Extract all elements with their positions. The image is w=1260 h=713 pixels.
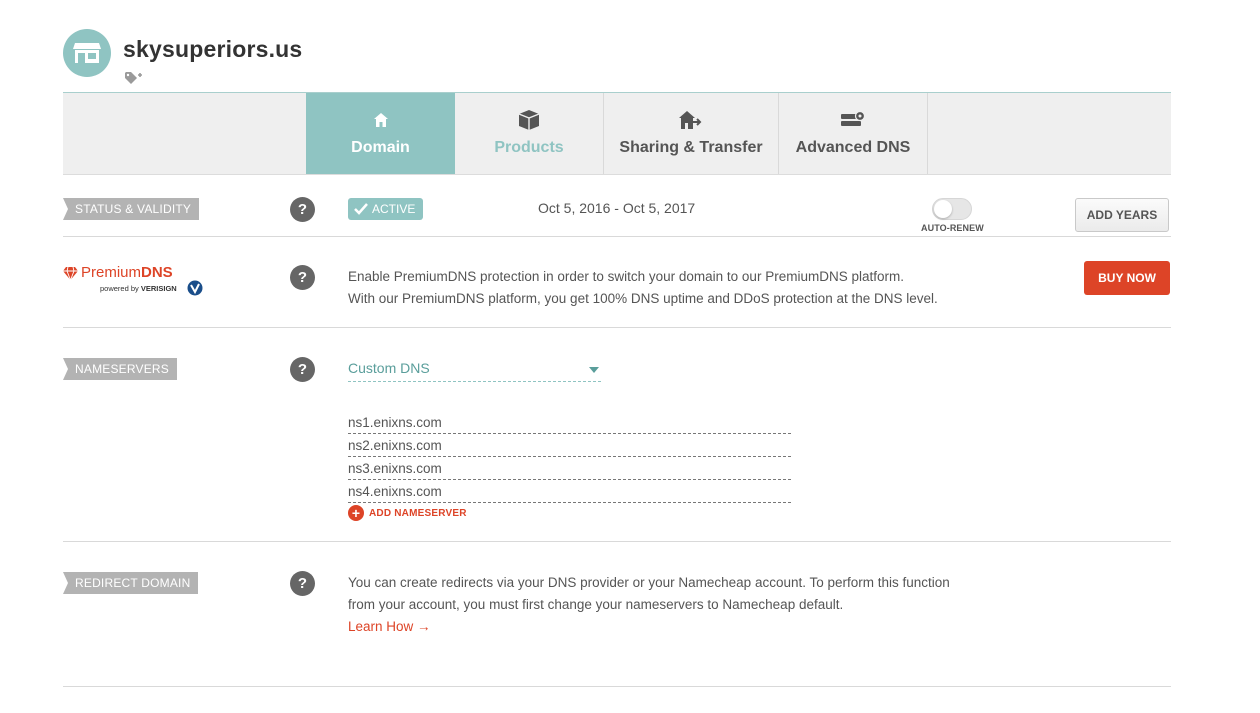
add-nameserver-label: ADD NAMESERVER [369,507,467,519]
divider [63,686,1171,687]
tab-domain[interactable]: Domain [306,93,455,174]
divider [63,327,1171,328]
house-transfer-icon [679,109,703,131]
nameserver-field-2[interactable]: ns2.enixns.com [348,435,791,457]
auto-renew-label: AUTO-RENEW [921,223,984,233]
gem-icon [63,266,78,280]
add-years-button[interactable]: ADD YEARS [1075,198,1169,232]
check-icon [354,203,368,215]
redirect-help-icon[interactable]: ? [290,571,315,596]
premium-brand-prefix: Premium [81,264,142,281]
premium-brand-suffix: DNS [141,264,173,281]
home-icon [373,109,389,131]
nameserver-field-3[interactable]: ns3.enixns.com [348,458,791,480]
nameserver-field-1[interactable]: ns1.enixns.com [348,412,791,434]
premium-line-1: Enable PremiumDNS protection in order to… [348,269,904,284]
store-avatar [63,29,111,77]
nameservers-label: NAMESERVERS [63,358,178,380]
status-validity-label: STATUS & VALIDITY [63,198,200,220]
tab-advanced-dns[interactable]: Advanced DNS [779,93,928,174]
divider [63,541,1171,542]
toggle-knob [934,200,952,218]
nameservers-help-icon[interactable]: ? [290,357,315,382]
nameserver-type-value: Custom DNS [348,360,430,376]
premium-dns-logo: PremiumDNS powered by VERISIGN [63,265,213,297]
tab-label: Sharing & Transfer [619,139,763,156]
chevron-down-icon [589,367,599,373]
verisign-text: VERISIGN [140,284,177,293]
tab-label: Products [494,139,564,156]
redirect-text: You can create redirects via your DNS pr… [348,575,950,612]
learn-how-link[interactable]: Learn How → [348,616,968,638]
tab-bar: Domain Products Sharing & Transfer Advan… [63,92,1171,175]
tab-sharing-transfer[interactable]: Sharing & Transfer [604,93,779,174]
redirect-domain-label: REDIRECT DOMAIN [63,572,199,594]
auto-renew-toggle[interactable] [932,198,972,220]
nameserver-field-4[interactable]: ns4.enixns.com [348,481,791,503]
divider [63,236,1171,237]
premium-help-icon[interactable]: ? [290,265,315,290]
plus-circle-icon: + [348,505,364,521]
verisign-check-icon [187,280,203,296]
domain-title: skysuperiors.us [123,36,303,62]
box-icon [518,109,540,131]
tab-products[interactable]: Products [455,93,604,174]
add-tag-icon[interactable] [125,71,143,85]
validity-dates: Oct 5, 2016 - Oct 5, 2017 [538,200,696,216]
powered-by-text: powered by [100,284,139,293]
premium-line-2: With our PremiumDNS platform, you get 10… [348,291,938,306]
status-badge-text: ACTIVE [372,202,416,216]
nameserver-type-select[interactable]: Custom DNS [348,360,601,382]
buy-now-button[interactable]: BUY NOW [1084,261,1170,295]
status-help-icon[interactable]: ? [290,197,315,222]
add-nameserver-button[interactable]: + ADD NAMESERVER [348,505,467,521]
tab-label: Domain [351,139,410,156]
redirect-description: You can create redirects via your DNS pr… [348,572,968,638]
tab-label: Advanced DNS [795,139,911,156]
status-badge: ACTIVE [348,198,424,220]
server-gear-icon [840,109,866,131]
storefront-icon [73,43,101,63]
